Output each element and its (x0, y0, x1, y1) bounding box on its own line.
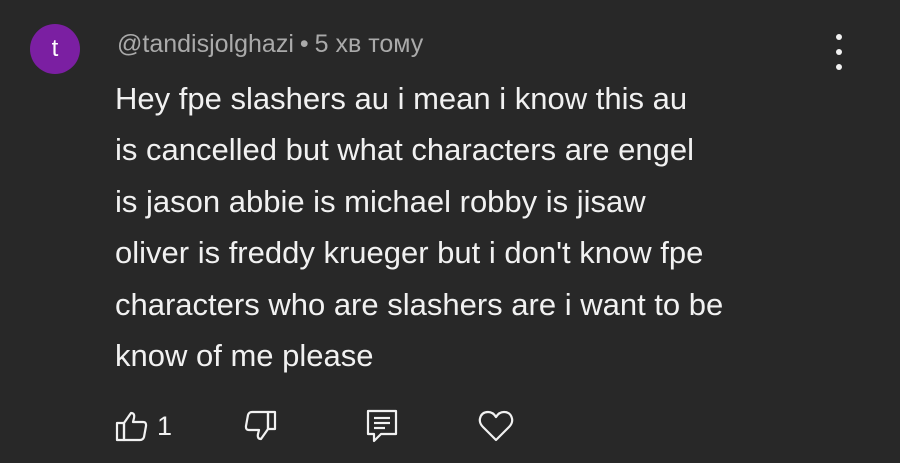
reply-icon (366, 409, 398, 443)
comment-text-line: is cancelled but what characters are eng… (115, 132, 694, 168)
like-count: 1 (157, 410, 173, 441)
more-options-button[interactable] (824, 34, 854, 70)
dislike-button[interactable] (243, 404, 277, 448)
comment-text-line: oliver is freddy krueger but i don't kno… (115, 235, 704, 271)
more-vertical-icon (836, 34, 842, 40)
avatar[interactable]: t (30, 24, 80, 74)
comment-text: Hey fpe slashers au i mean i know this a… (115, 73, 835, 381)
comment-header: @tandisjolghazi • 5 хв тому (117, 28, 423, 60)
header-separator: • (299, 30, 309, 58)
author-name[interactable]: @tandisjolghazi (117, 30, 294, 58)
comment-text-line: Hey fpe slashers au i mean i know this a… (115, 81, 688, 116)
comment-text-line: know of me please (115, 338, 374, 374)
like-button[interactable]: 1 (115, 404, 172, 448)
heart-icon (478, 410, 514, 442)
thumbs-down-icon (244, 410, 277, 441)
reply-button[interactable] (365, 404, 399, 448)
comment-text-line: characters who are slashers are i want t… (115, 286, 724, 322)
comment-text-line: is jason abbie is michael robby is jisaw (115, 183, 646, 219)
thumbs-up-icon (115, 411, 148, 442)
comment-time[interactable]: 5 хв тому (315, 30, 424, 58)
avatar-letter: t (51, 35, 59, 62)
heart-button[interactable] (478, 404, 514, 448)
